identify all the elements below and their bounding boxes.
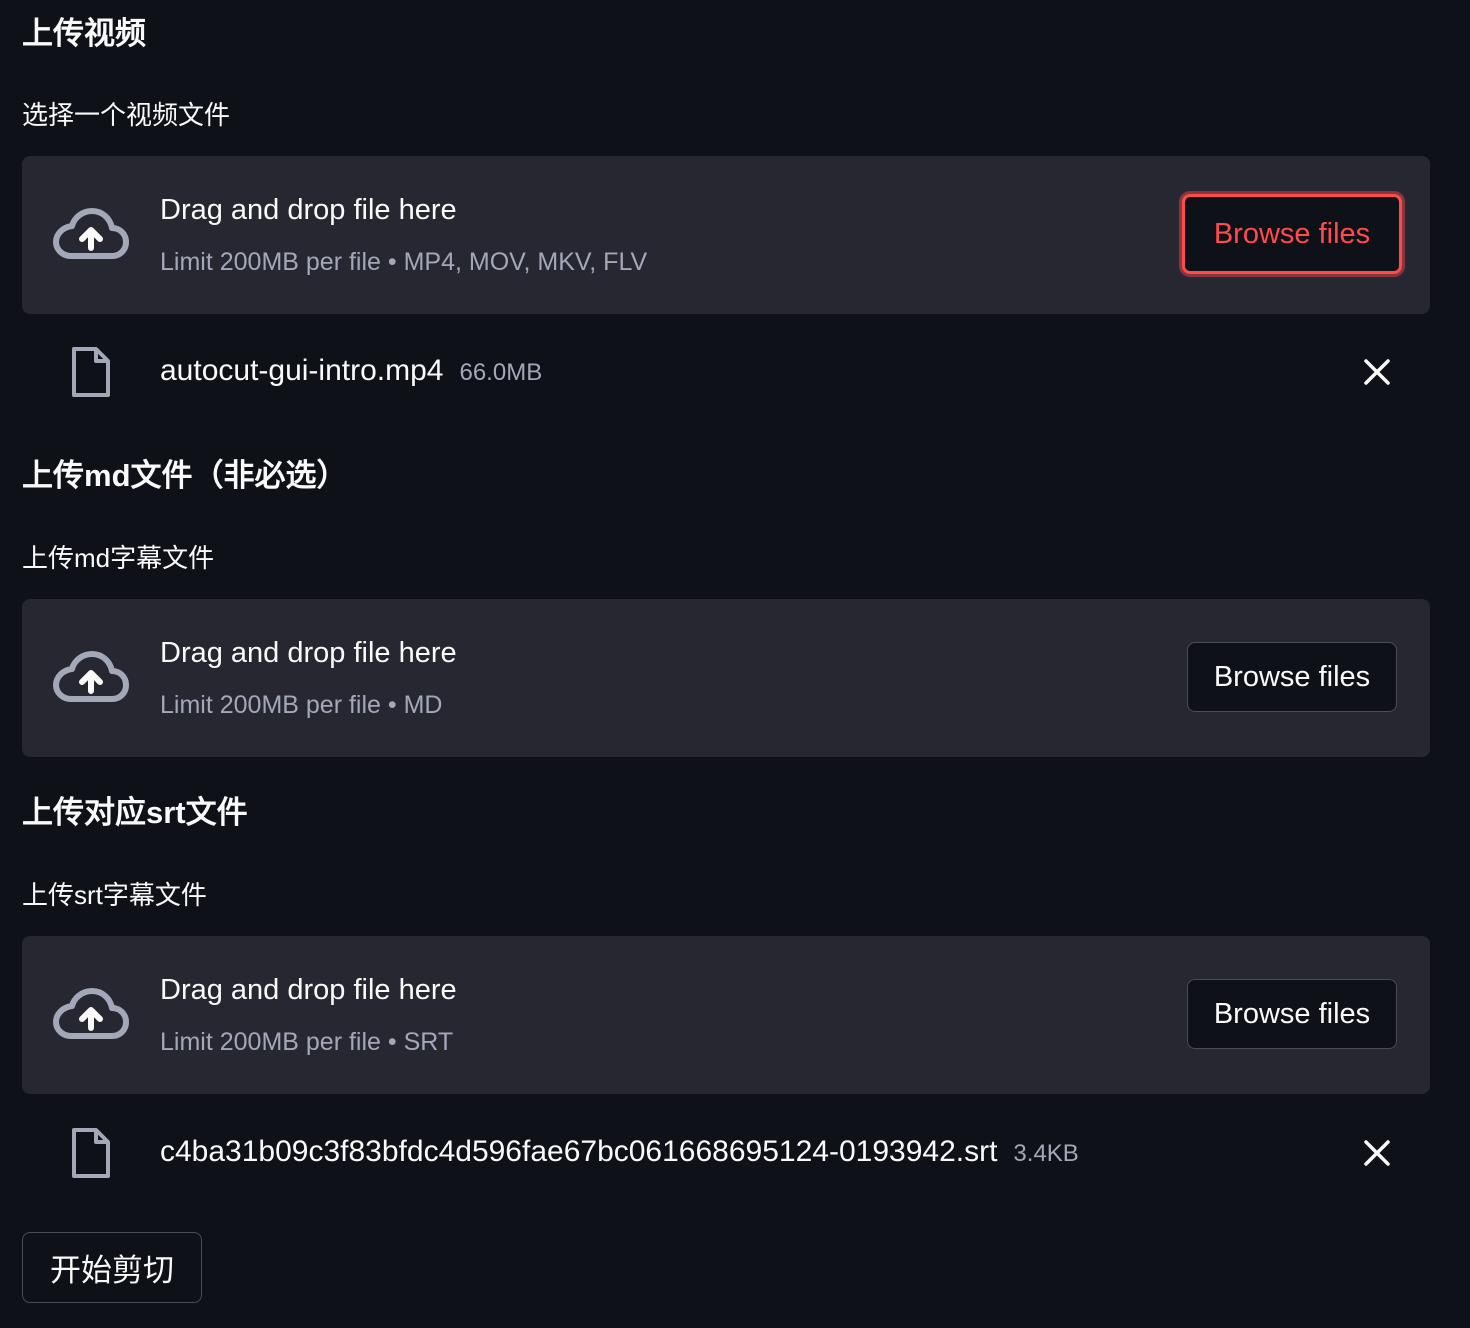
dropzone-title: Drag and drop file here (160, 194, 457, 226)
file-icon (72, 1128, 110, 1178)
section-heading-video: 上传视频 (22, 16, 146, 51)
dropzone-title: Drag and drop file here (160, 637, 457, 669)
md-uploader-label: 上传md字幕文件 (22, 543, 215, 573)
md-dropzone[interactable]: Drag and drop file here Limit 200MB per … (22, 599, 1430, 757)
uploaded-file-info: c4ba31b09c3f83bfdc4d596fae67bc0616686951… (160, 1137, 1079, 1167)
cloud-upload-icon (53, 651, 129, 702)
start-cut-button[interactable]: 开始剪切 (22, 1232, 202, 1303)
dropzone-title: Drag and drop file here (160, 974, 457, 1006)
file-icon (72, 347, 110, 397)
section-heading-md: 上传md文件（非必选） (22, 458, 348, 493)
dropzone-limit-text: Limit 200MB per file • MP4, MOV, MKV, FL… (160, 248, 648, 276)
srt-dropzone[interactable]: Drag and drop file here Limit 200MB per … (22, 936, 1430, 1094)
uploaded-file-size: 66.0MB (459, 359, 543, 386)
close-icon[interactable] (1362, 1138, 1392, 1168)
browse-files-button-video[interactable]: Browse files (1182, 194, 1402, 274)
video-dropzone[interactable]: Drag and drop file here Limit 200MB per … (22, 156, 1430, 314)
uploaded-file-row-video: autocut-gui-intro.mp4 66.0MB (22, 342, 1430, 402)
uploaded-file-name: c4ba31b09c3f83bfdc4d596fae67bc0616686951… (160, 1135, 998, 1168)
dropzone-limit-text: Limit 200MB per file • SRT (160, 1028, 454, 1056)
app-page: 上传视频 选择一个视频文件 Drag and drop file here Li… (0, 0, 1470, 1328)
srt-uploader-label: 上传srt字幕文件 (22, 880, 207, 910)
browse-files-button-md[interactable]: Browse files (1187, 642, 1397, 712)
dropzone-limit-text: Limit 200MB per file • MD (160, 691, 443, 719)
browse-files-button-srt[interactable]: Browse files (1187, 979, 1397, 1049)
close-icon[interactable] (1362, 357, 1392, 387)
video-uploader-label: 选择一个视频文件 (22, 100, 231, 130)
cloud-upload-icon (53, 208, 129, 259)
uploaded-file-name: autocut-gui-intro.mp4 (160, 354, 444, 387)
cloud-upload-icon (53, 988, 129, 1039)
section-heading-srt: 上传对应srt文件 (22, 795, 248, 830)
uploaded-file-size: 3.4KB (1013, 1140, 1079, 1167)
uploaded-file-row-srt: c4ba31b09c3f83bfdc4d596fae67bc0616686951… (22, 1123, 1430, 1183)
uploaded-file-info: autocut-gui-intro.mp4 66.0MB (160, 356, 542, 386)
